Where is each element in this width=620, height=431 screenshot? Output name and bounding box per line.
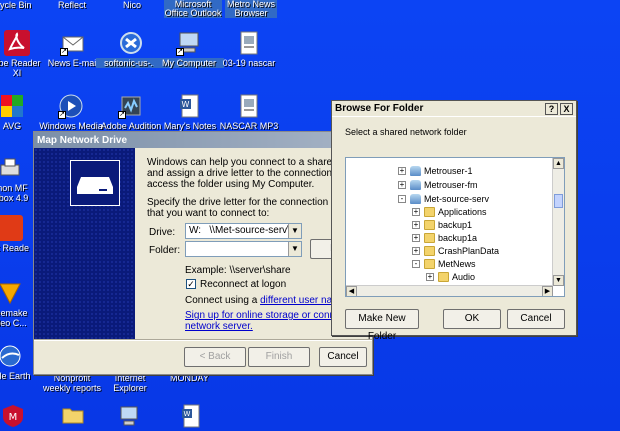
tree-item[interactable]: + Audio xyxy=(426,270,475,283)
tree-expander[interactable]: + xyxy=(412,207,420,216)
folder-icon xyxy=(424,245,435,256)
desktop-icon-nascar-mp3[interactable]: NASCAR MP3 xyxy=(214,93,284,131)
mail-icon: ↗ xyxy=(60,30,86,56)
google-earth-icon xyxy=(0,343,23,369)
browse-cancel-button[interactable]: Cancel xyxy=(507,309,565,329)
word-doc-icon[interactable]: W xyxy=(180,404,202,428)
tree-expander[interactable]: + xyxy=(398,166,406,175)
desktop-label-internet-explorer[interactable]: Internet Explorer xyxy=(105,373,155,393)
folder-label: Folder: xyxy=(149,245,181,256)
folder-icon xyxy=(438,271,449,282)
printer-icon xyxy=(0,155,23,181)
tree-expander[interactable]: - xyxy=(398,194,406,203)
mcafee-icon[interactable]: M xyxy=(2,404,24,428)
tree-item[interactable]: + Metrouser-1 xyxy=(398,164,473,177)
audition-icon: ↗ xyxy=(118,93,144,119)
network-drive-icon xyxy=(70,160,120,206)
chevron-down-icon[interactable]: ▼ xyxy=(288,242,301,256)
tree-expander[interactable]: + xyxy=(412,246,420,255)
reconnect-checkbox[interactable]: ✓ xyxy=(186,279,196,289)
close-icon[interactable]: X xyxy=(560,102,573,115)
svg-text:W: W xyxy=(182,100,190,109)
image-file-icon xyxy=(236,30,262,56)
folder-icon xyxy=(424,219,435,230)
avg-icon xyxy=(0,93,25,119)
network-computer-icon[interactable] xyxy=(118,405,140,427)
connect-using-text: Connect using a different user name. xyxy=(185,295,349,306)
tree-item[interactable]: + CrashPlanData xyxy=(412,244,499,257)
desktop-label-recycle-bin[interactable]: ycle Bin xyxy=(0,0,32,11)
chevron-down-icon[interactable]: ▼ xyxy=(288,224,301,238)
map-drive-specify-2: that you want to connect to: xyxy=(147,208,270,219)
map-network-drive-window: Map Network Drive Windows can help you c… xyxy=(33,131,373,375)
tree-item[interactable]: + backup1 xyxy=(412,218,472,231)
scroll-down-icon[interactable]: ▼ xyxy=(553,275,564,286)
softonic-icon xyxy=(118,30,144,56)
browse-titlebar[interactable]: Browse For Folder ? X xyxy=(332,101,576,117)
browse-title: Browse For Folder xyxy=(335,103,424,114)
map-drive-intro-3: access the folder using My Computer. xyxy=(147,179,315,190)
scroll-left-icon[interactable]: ◀ xyxy=(346,286,357,296)
example-text: Example: \\server\share xyxy=(185,265,291,276)
browse-for-folder-window: Browse For Folder ? X Select a shared ne… xyxy=(331,100,577,342)
reconnect-label[interactable]: Reconnect at logon xyxy=(200,279,286,290)
map-drive-divider xyxy=(34,339,372,341)
word-doc-icon: W xyxy=(177,93,203,119)
map-drive-titlebar[interactable]: Map Network Drive xyxy=(34,132,372,148)
media-player-icon: ↗ xyxy=(58,93,84,119)
map-drive-cancel-button[interactable]: Cancel xyxy=(319,347,367,367)
make-new-folder-button[interactable]: Make New Folder xyxy=(345,309,419,342)
network-share-icon xyxy=(410,179,421,190)
pdf-icon xyxy=(4,30,30,56)
tree-horizontal-scrollbar[interactable]: ◀ ▶ xyxy=(346,285,553,296)
drive-label: Drive: xyxy=(149,227,176,238)
tree-vertical-scrollbar[interactable]: ▲ ▼ xyxy=(552,158,564,286)
desktop-label-reflect[interactable]: Reflect xyxy=(58,0,86,11)
desktop-label-nico[interactable]: Nico xyxy=(123,0,141,11)
folder-icon[interactable] xyxy=(62,406,84,424)
map-drive-side-panel xyxy=(34,148,135,339)
scroll-thumb[interactable] xyxy=(554,194,563,208)
svg-text:M: M xyxy=(9,412,18,423)
tree-expander[interactable]: + xyxy=(412,220,420,229)
browse-instruction: Select a shared network folder xyxy=(345,127,467,137)
tree-item[interactable]: + backup1a xyxy=(412,231,477,244)
pdf-icon xyxy=(0,215,23,241)
map-drive-title: Map Network Drive xyxy=(37,134,128,146)
tree-item[interactable]: + Metrouser-fm xyxy=(398,178,478,191)
folder-combobox[interactable]: ▼ xyxy=(185,241,302,257)
tree-expander[interactable]: + xyxy=(412,233,420,242)
freemake-icon xyxy=(0,280,23,306)
drive-letter: W: xyxy=(189,225,202,236)
folder-icon xyxy=(424,258,435,269)
folder-tree[interactable]: + Metrouser-1 + Metrouser-fm - Met-sourc… xyxy=(345,157,565,297)
tree-item[interactable]: - Met-source-serv xyxy=(398,192,489,205)
desktop-label-nonprofit[interactable]: Nonprofit weekly reports xyxy=(40,373,104,393)
folder-icon xyxy=(424,206,435,217)
image-file-icon xyxy=(236,93,262,119)
desktop-label-outlook[interactable]: Microsoft Office Outlook xyxy=(164,0,222,18)
scroll-up-icon[interactable]: ▲ xyxy=(553,158,564,169)
computer-icon: ↗ xyxy=(176,30,202,56)
tree-expander[interactable]: + xyxy=(398,180,406,189)
help-icon[interactable]: ? xyxy=(545,102,558,115)
desktop-icon-0319-nascar[interactable]: 03-19 nascar xyxy=(214,30,284,68)
network-share-icon xyxy=(410,165,421,176)
finish-button[interactable]: Finish xyxy=(248,347,310,367)
back-button[interactable]: < Back xyxy=(184,347,246,367)
folder-icon xyxy=(424,232,435,243)
tree-item[interactable]: - MetNews xyxy=(412,257,476,270)
tree-item[interactable]: + Applications xyxy=(412,205,487,218)
scroll-right-icon[interactable]: ▶ xyxy=(542,286,553,296)
svg-text:W: W xyxy=(184,410,191,418)
tree-expander[interactable]: + xyxy=(426,272,434,281)
signup-link-2[interactable]: network server. xyxy=(185,321,253,332)
ok-button[interactable]: OK xyxy=(443,309,501,329)
network-share-icon xyxy=(410,193,421,204)
tree-expander[interactable]: - xyxy=(412,259,420,268)
drive-select[interactable]: W: \\Met-source-serv\Me ▼ xyxy=(185,223,302,239)
desktop-label-metro-news[interactable]: Metro News Browser xyxy=(225,0,277,18)
